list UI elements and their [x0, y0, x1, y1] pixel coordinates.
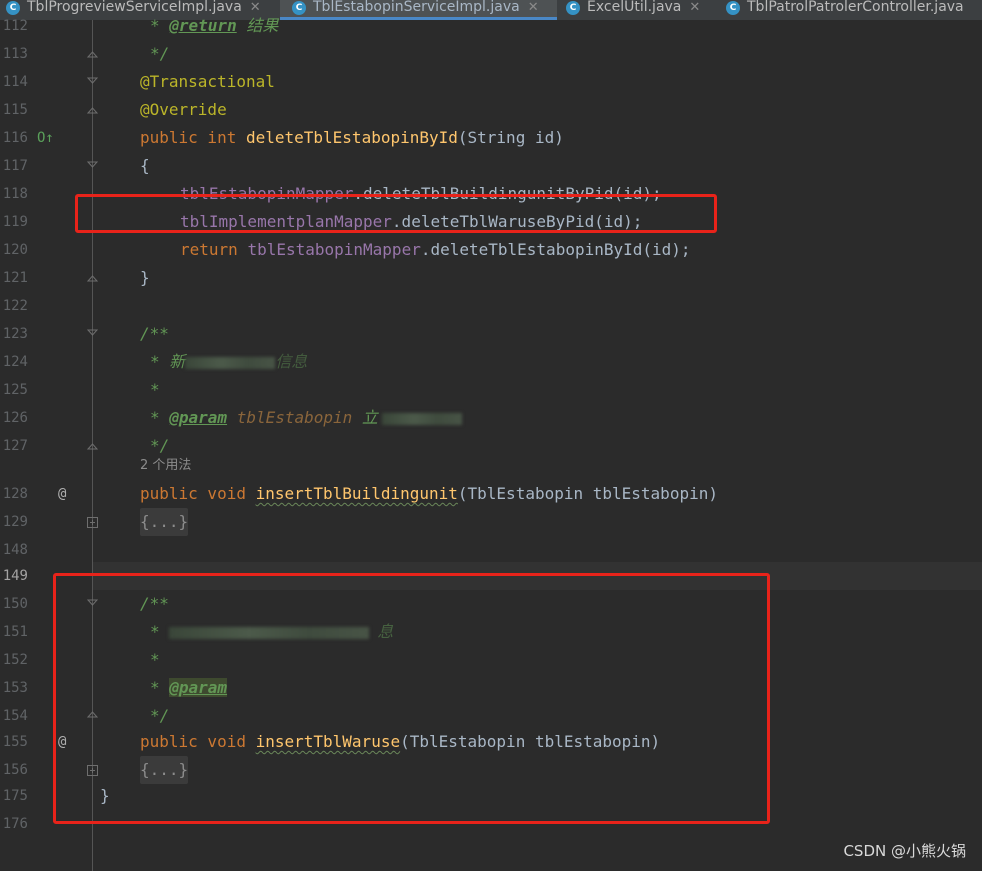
- doc-tag: @return: [169, 16, 237, 35]
- fold-start-icon[interactable]: [87, 328, 98, 339]
- doc-tag: @param: [169, 408, 228, 427]
- line-number: 149: [2, 568, 28, 584]
- line-number: 122: [2, 298, 28, 314]
- line-number: 118: [2, 186, 28, 202]
- line-number: 124: [2, 354, 28, 370]
- line-number: 150: [2, 596, 28, 612]
- code-line: 112 * @return 结果: [0, 12, 982, 40]
- line-number: 120: [2, 242, 28, 258]
- watermark: CSDN @小熊火锅: [843, 842, 966, 860]
- blurred-text: [381, 412, 462, 425]
- fold-start-icon[interactable]: [87, 76, 98, 87]
- brace-close: }: [140, 268, 150, 287]
- line-number: 129: [2, 514, 28, 530]
- line-number: 148: [2, 542, 28, 558]
- line-number: 117: [2, 158, 28, 174]
- override-gutter-icon[interactable]: O↑: [37, 124, 54, 152]
- fold-end-icon[interactable]: [87, 272, 98, 283]
- doc-text: 信息: [275, 352, 308, 371]
- line-number: 113: [2, 46, 28, 62]
- keyword: public int: [140, 128, 246, 147]
- line-number: 116: [2, 130, 28, 146]
- method-name[interactable]: insertTblBuildingunit: [256, 484, 458, 503]
- fold-end-icon[interactable]: [87, 104, 98, 115]
- line-number: 175: [2, 788, 28, 804]
- line-number: 123: [2, 326, 28, 342]
- code-line: 124 * 新 信息: [0, 348, 982, 376]
- line-number: 176: [2, 816, 28, 832]
- highlight-box-insert-waruse: [53, 573, 770, 824]
- inlay-hint-line: 2 个用法: [0, 452, 982, 480]
- blurred-text: [185, 356, 276, 369]
- fold-start-icon[interactable]: [87, 160, 98, 171]
- implementing-method-icon[interactable]: @: [58, 480, 66, 508]
- brace-open: {: [140, 156, 150, 175]
- keyword: public void: [140, 484, 256, 503]
- line-number: 126: [2, 410, 28, 426]
- line-number: 115: [2, 102, 28, 118]
- fold-end-icon[interactable]: [87, 440, 98, 451]
- annotation-override: @Override: [140, 100, 227, 119]
- method-name[interactable]: deleteTblEstabopinById: [246, 128, 458, 147]
- usages-hint[interactable]: 2 个用法: [140, 452, 191, 480]
- doc-comment-end: */: [150, 44, 170, 63]
- line-number: 153: [2, 680, 28, 696]
- method-params: (TblEstabopin tblEstabopin): [457, 484, 718, 503]
- code-line: 121 }: [0, 264, 982, 292]
- method-call: .deleteTblEstabopinById(id);: [420, 240, 691, 259]
- doc-text: 结果: [236, 16, 279, 35]
- line-number: 119: [2, 214, 28, 230]
- line-number: 156: [2, 762, 28, 778]
- line-number: 114: [2, 74, 28, 90]
- code-line: 116 public int deleteTblEstabopinById(St…: [0, 124, 982, 152]
- folded-code-block[interactable]: {...}: [140, 508, 189, 536]
- line-number: 154: [2, 708, 28, 724]
- code-line: 115 @Override: [0, 96, 982, 124]
- fold-expand-icon[interactable]: [87, 517, 98, 528]
- highlight-box-line-119: [75, 194, 717, 233]
- doc-text: *: [150, 408, 170, 427]
- line-number: 121: [2, 270, 28, 286]
- code-line: 125 *: [0, 376, 982, 404]
- doc-param-name: tblEstabopin: [227, 408, 362, 427]
- line-number: 125: [2, 382, 28, 398]
- code-line: 123 /**: [0, 320, 982, 348]
- code-line: 126 * @param tblEstabopin 立: [0, 404, 982, 432]
- line-number: 112: [2, 18, 28, 34]
- code-line: 120 return tblEstabopinMapper.deleteTblE…: [0, 236, 982, 264]
- annotation-transactional: @Transactional: [140, 72, 275, 91]
- keyword: return: [180, 240, 248, 259]
- line-number: 155: [2, 734, 28, 750]
- fold-end-icon[interactable]: [87, 48, 98, 59]
- code-line: 148: [0, 536, 982, 564]
- method-params: (String id): [457, 128, 564, 147]
- code-line: 129 {...}: [0, 508, 982, 536]
- code-line: 128 public void insertTblBuildingunit(Tb…: [0, 480, 982, 508]
- code-line: 113 */: [0, 40, 982, 68]
- code-line: 114 @Transactional: [0, 68, 982, 96]
- line-number: 152: [2, 652, 28, 668]
- doc-text: * 新: [150, 352, 186, 371]
- line-number: 151: [2, 624, 28, 640]
- doc-text: 立: [361, 408, 378, 427]
- doc-text: *: [150, 380, 160, 399]
- field-reference[interactable]: tblEstabopinMapper: [247, 240, 420, 259]
- code-line: 117 {: [0, 152, 982, 180]
- line-number: 128: [2, 486, 28, 502]
- doc-comment-start: /**: [140, 324, 169, 343]
- code-line: 122: [0, 292, 982, 320]
